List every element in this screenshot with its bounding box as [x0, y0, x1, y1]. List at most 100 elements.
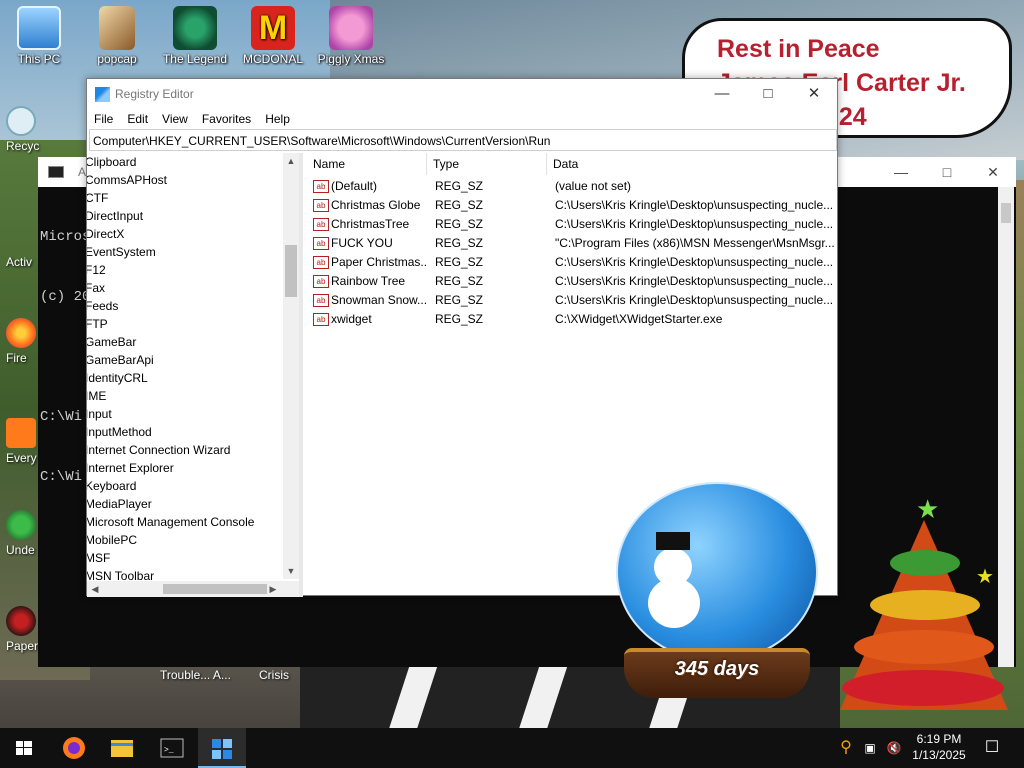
key-tree[interactable]: Clipboard CommsAPHost CTF DirectInput Direct…: [87, 153, 303, 597]
clock[interactable]: 6:19 PM 1/13/2025: [906, 728, 972, 768]
tree-vertical-scrollbar[interactable]: ▲ ▼: [283, 153, 299, 579]
taskbar-command-prompt[interactable]: >_: [148, 728, 196, 768]
taskbar: >_ ⚲ ▣ 🔇 6:19 PM 1/13/2025 ☐: [0, 728, 1024, 768]
volume-muted-icon[interactable]: 🔇: [884, 728, 904, 768]
value-row[interactable]: ab ChristmasTree REG_SZ C:\Users\Kris Kring…: [307, 215, 837, 234]
console-maximize-button[interactable]: □: [924, 157, 970, 187]
tree-item[interactable]: GameBarApi: [87, 351, 154, 369]
value-data: C:\Users\Kris Kringle\Desktop\unsuspecti…: [555, 198, 834, 212]
tree-item[interactable]: Internet Explorer: [87, 459, 174, 477]
value-row[interactable]: ab Snowman Snow... REG_SZ C:\Users\Kris Kri…: [307, 291, 837, 310]
taskbar-file-explorer[interactable]: [98, 728, 146, 768]
scrollbar-thumb[interactable]: [285, 245, 297, 297]
everything-icon: [6, 418, 36, 448]
console-close-button[interactable]: ✕: [970, 157, 1016, 187]
value-type: REG_SZ: [435, 274, 484, 288]
tree-item[interactable]: Clipboard: [87, 153, 136, 171]
tree-item[interactable]: Feeds: [87, 297, 118, 315]
menu-file[interactable]: File: [87, 109, 120, 129]
menu-help[interactable]: Help: [258, 109, 297, 129]
menu-view[interactable]: View: [155, 109, 195, 129]
network-icon[interactable]: ▣: [860, 728, 880, 768]
column-header-data[interactable]: Data: [547, 153, 837, 175]
desktop-icon-every[interactable]: Every: [6, 418, 37, 465]
desktop-icon-label: This PC: [17, 52, 61, 66]
regedit-titlebar[interactable]: Registry Editor — □ ✕: [87, 79, 837, 109]
tree-item[interactable]: Fax: [87, 279, 105, 297]
desktop-icon-recycle-bin[interactable]: Recyc: [6, 106, 39, 153]
desktop-icon-piggly-xmas[interactable]: Piggly Xmas: [312, 6, 390, 66]
scroll-right-icon[interactable]: ▶: [265, 581, 281, 597]
desktop-icon-label: MCDONAL: [242, 52, 303, 66]
desktop-icon-the-legend[interactable]: The Legend: [156, 6, 234, 66]
minimize-button[interactable]: —: [699, 79, 745, 109]
tree-item[interactable]: EventSystem: [87, 243, 156, 261]
tree-item[interactable]: GameBar: [87, 333, 136, 351]
tree-item[interactable]: Microsoft Management Console: [87, 513, 254, 531]
value-data: C:\Users\Kris Kringle\Desktop\unsuspecti…: [555, 217, 834, 231]
game-icon: [173, 6, 217, 50]
scrollbar-thumb[interactable]: [163, 584, 267, 594]
taskbar-firefox[interactable]: [50, 728, 98, 768]
menu-favorites[interactable]: Favorites: [195, 109, 258, 129]
tree-item[interactable]: CommsAPHost: [87, 171, 167, 189]
desktop-icon-mcdonal[interactable]: M MCDONAL: [234, 6, 312, 66]
tree-item[interactable]: Internet Connection Wizard: [87, 441, 230, 459]
tree-item[interactable]: IdentityCRL: [87, 369, 148, 387]
banner-line-1: Rest in Peace: [717, 35, 880, 63]
tree-item[interactable]: CTF: [87, 189, 108, 207]
value-row[interactable]: ab Rainbow Tree REG_SZ C:\Users\Kris Kringl…: [307, 272, 837, 291]
column-header-type[interactable]: Type: [427, 153, 547, 175]
value-row[interactable]: ab FUCK YOU REG_SZ "C:\Program Files (x86)\…: [307, 234, 837, 253]
console-minimize-button[interactable]: —: [878, 157, 924, 187]
address-bar[interactable]: Computer\HKEY_CURRENT_USER\Software\Micr…: [89, 129, 837, 151]
christmas-tree-widget[interactable]: ★ ★: [836, 490, 1016, 726]
console-line: C:\Wi: [40, 469, 83, 485]
desktop-icon-unde[interactable]: Unde: [6, 510, 36, 557]
firefox-icon: [63, 737, 85, 759]
value-name: Paper Christmas...: [331, 255, 427, 269]
tree-item[interactable]: DirectInput: [87, 207, 143, 225]
string-value-icon: ab: [313, 256, 329, 269]
value-name: ChristmasTree: [331, 217, 410, 231]
recycle-bin-icon: [6, 106, 36, 136]
column-header-name[interactable]: Name: [307, 153, 427, 175]
value-row[interactable]: ab Paper Christmas... REG_SZ C:\Users\Kris …: [307, 253, 837, 272]
tree-item[interactable]: MediaPlayer: [87, 495, 152, 513]
desktop-icon-popcap[interactable]: popcap: [78, 6, 156, 66]
desktop-label-crisis[interactable]: Crisis: [259, 668, 289, 682]
desktop-icon-activ[interactable]: Activ: [6, 255, 32, 269]
notification-icon[interactable]: ☐: [978, 728, 1006, 768]
close-button[interactable]: ✕: [791, 79, 837, 109]
tree-horizontal-scrollbar[interactable]: ◀ ▶: [87, 581, 299, 597]
value-row[interactable]: ab Christmas Globe REG_SZ C:\Users\Kris Kri…: [307, 196, 837, 215]
scroll-down-icon[interactable]: ▼: [283, 563, 299, 579]
tree-item[interactable]: MSF: [87, 549, 110, 567]
snow-globe-ball: [616, 482, 818, 662]
tree-item[interactable]: InputMethod: [87, 423, 152, 441]
menu-edit[interactable]: Edit: [120, 109, 155, 129]
string-value-icon: ab: [313, 218, 329, 231]
desktop-icon-firefox[interactable]: Fire: [6, 318, 36, 365]
value-row[interactable]: ab (Default) REG_SZ (value not set): [307, 177, 837, 196]
desktop-icon-this-pc[interactable]: This PC: [0, 6, 78, 66]
value-row[interactable]: ab xwidget REG_SZ C:\XWidget\XWidgetStarter…: [307, 310, 837, 329]
scrollbar-thumb[interactable]: [1001, 203, 1011, 223]
value-type: REG_SZ: [435, 312, 484, 326]
snow-globe-widget[interactable]: 345 days: [612, 482, 822, 702]
string-value-icon: ab: [313, 199, 329, 212]
tree-item[interactable]: FTP: [87, 315, 108, 333]
taskbar-registry-editor[interactable]: [198, 728, 246, 768]
maximize-button[interactable]: □: [745, 79, 791, 109]
tree-item[interactable]: MobilePC: [87, 531, 137, 549]
scroll-up-icon[interactable]: ▲: [283, 153, 299, 169]
tree-item[interactable]: IME: [87, 387, 106, 405]
start-button[interactable]: [0, 728, 48, 768]
scroll-left-icon[interactable]: ◀: [87, 581, 103, 597]
desktop-label-trouble[interactable]: Trouble... A...: [160, 668, 231, 682]
tree-item[interactable]: F12: [87, 261, 106, 279]
tree-item[interactable]: Keyboard: [87, 477, 136, 495]
search-icon[interactable]: ⚲: [836, 728, 856, 768]
tree-item[interactable]: DirectX: [87, 225, 124, 243]
tree-item[interactable]: Input: [87, 405, 112, 423]
